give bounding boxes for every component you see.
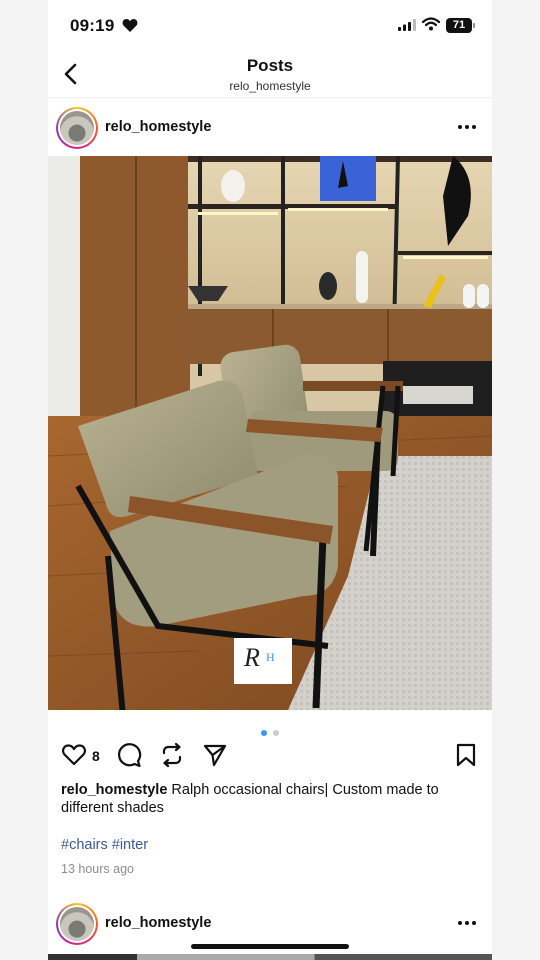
wifi-icon <box>422 17 440 31</box>
avatar-image <box>60 907 94 941</box>
caption-username[interactable]: relo_homestyle <box>61 782 167 798</box>
heart-icon <box>122 19 138 32</box>
post-caption: relo_homestyle Ralph occasional chairs| … <box>61 781 481 817</box>
status-time: 09:19 <box>70 16 115 35</box>
post-timestamp: 13 hours ago <box>61 862 134 876</box>
avatar[interactable] <box>56 107 98 149</box>
like-count[interactable]: 8 <box>92 748 100 764</box>
battery-icon: 71 <box>446 18 475 33</box>
carousel-dot <box>273 730 280 736</box>
hashtags: #chairs #inter <box>61 837 152 853</box>
more-options-icon[interactable] <box>456 915 478 931</box>
heart-like-icon[interactable] <box>61 742 87 768</box>
posts-header: Posts relo_homestyle <box>48 52 492 98</box>
more-options-icon[interactable] <box>456 119 478 135</box>
post-username[interactable]: relo_homestyle <box>105 119 211 135</box>
status-bar: 09:19 71 <box>48 0 492 52</box>
carousel-dot-active <box>260 730 267 736</box>
svg-text:H: H <box>266 650 275 664</box>
post-username[interactable]: relo_homestyle <box>105 915 211 931</box>
signal-icon <box>398 19 416 31</box>
avatar[interactable] <box>56 903 98 945</box>
post-actions: 8 <box>48 740 492 772</box>
page-title: Posts <box>246 56 294 75</box>
carousel-indicator <box>48 723 492 736</box>
post-image[interactable]: R H <box>48 156 492 710</box>
home-indicator[interactable] <box>191 944 349 949</box>
post-header: relo_homestyle <box>48 99 492 157</box>
comment-icon[interactable] <box>116 742 142 768</box>
app-screen: 09:19 71 Posts relo_homestyle relo_homes… <box>48 0 492 960</box>
page-subtitle[interactable]: relo_homestyle <box>48 79 492 93</box>
next-post-image-edge <box>48 954 492 960</box>
hashtag-link[interactable]: #chairs <box>61 837 108 853</box>
share-icon[interactable] <box>202 742 228 768</box>
bookmark-icon[interactable] <box>454 742 478 768</box>
repost-icon[interactable] <box>159 742 185 768</box>
hashtag-link[interactable]: #inter <box>112 837 148 853</box>
avatar-image <box>60 111 94 145</box>
svg-text:R: R <box>243 643 260 672</box>
